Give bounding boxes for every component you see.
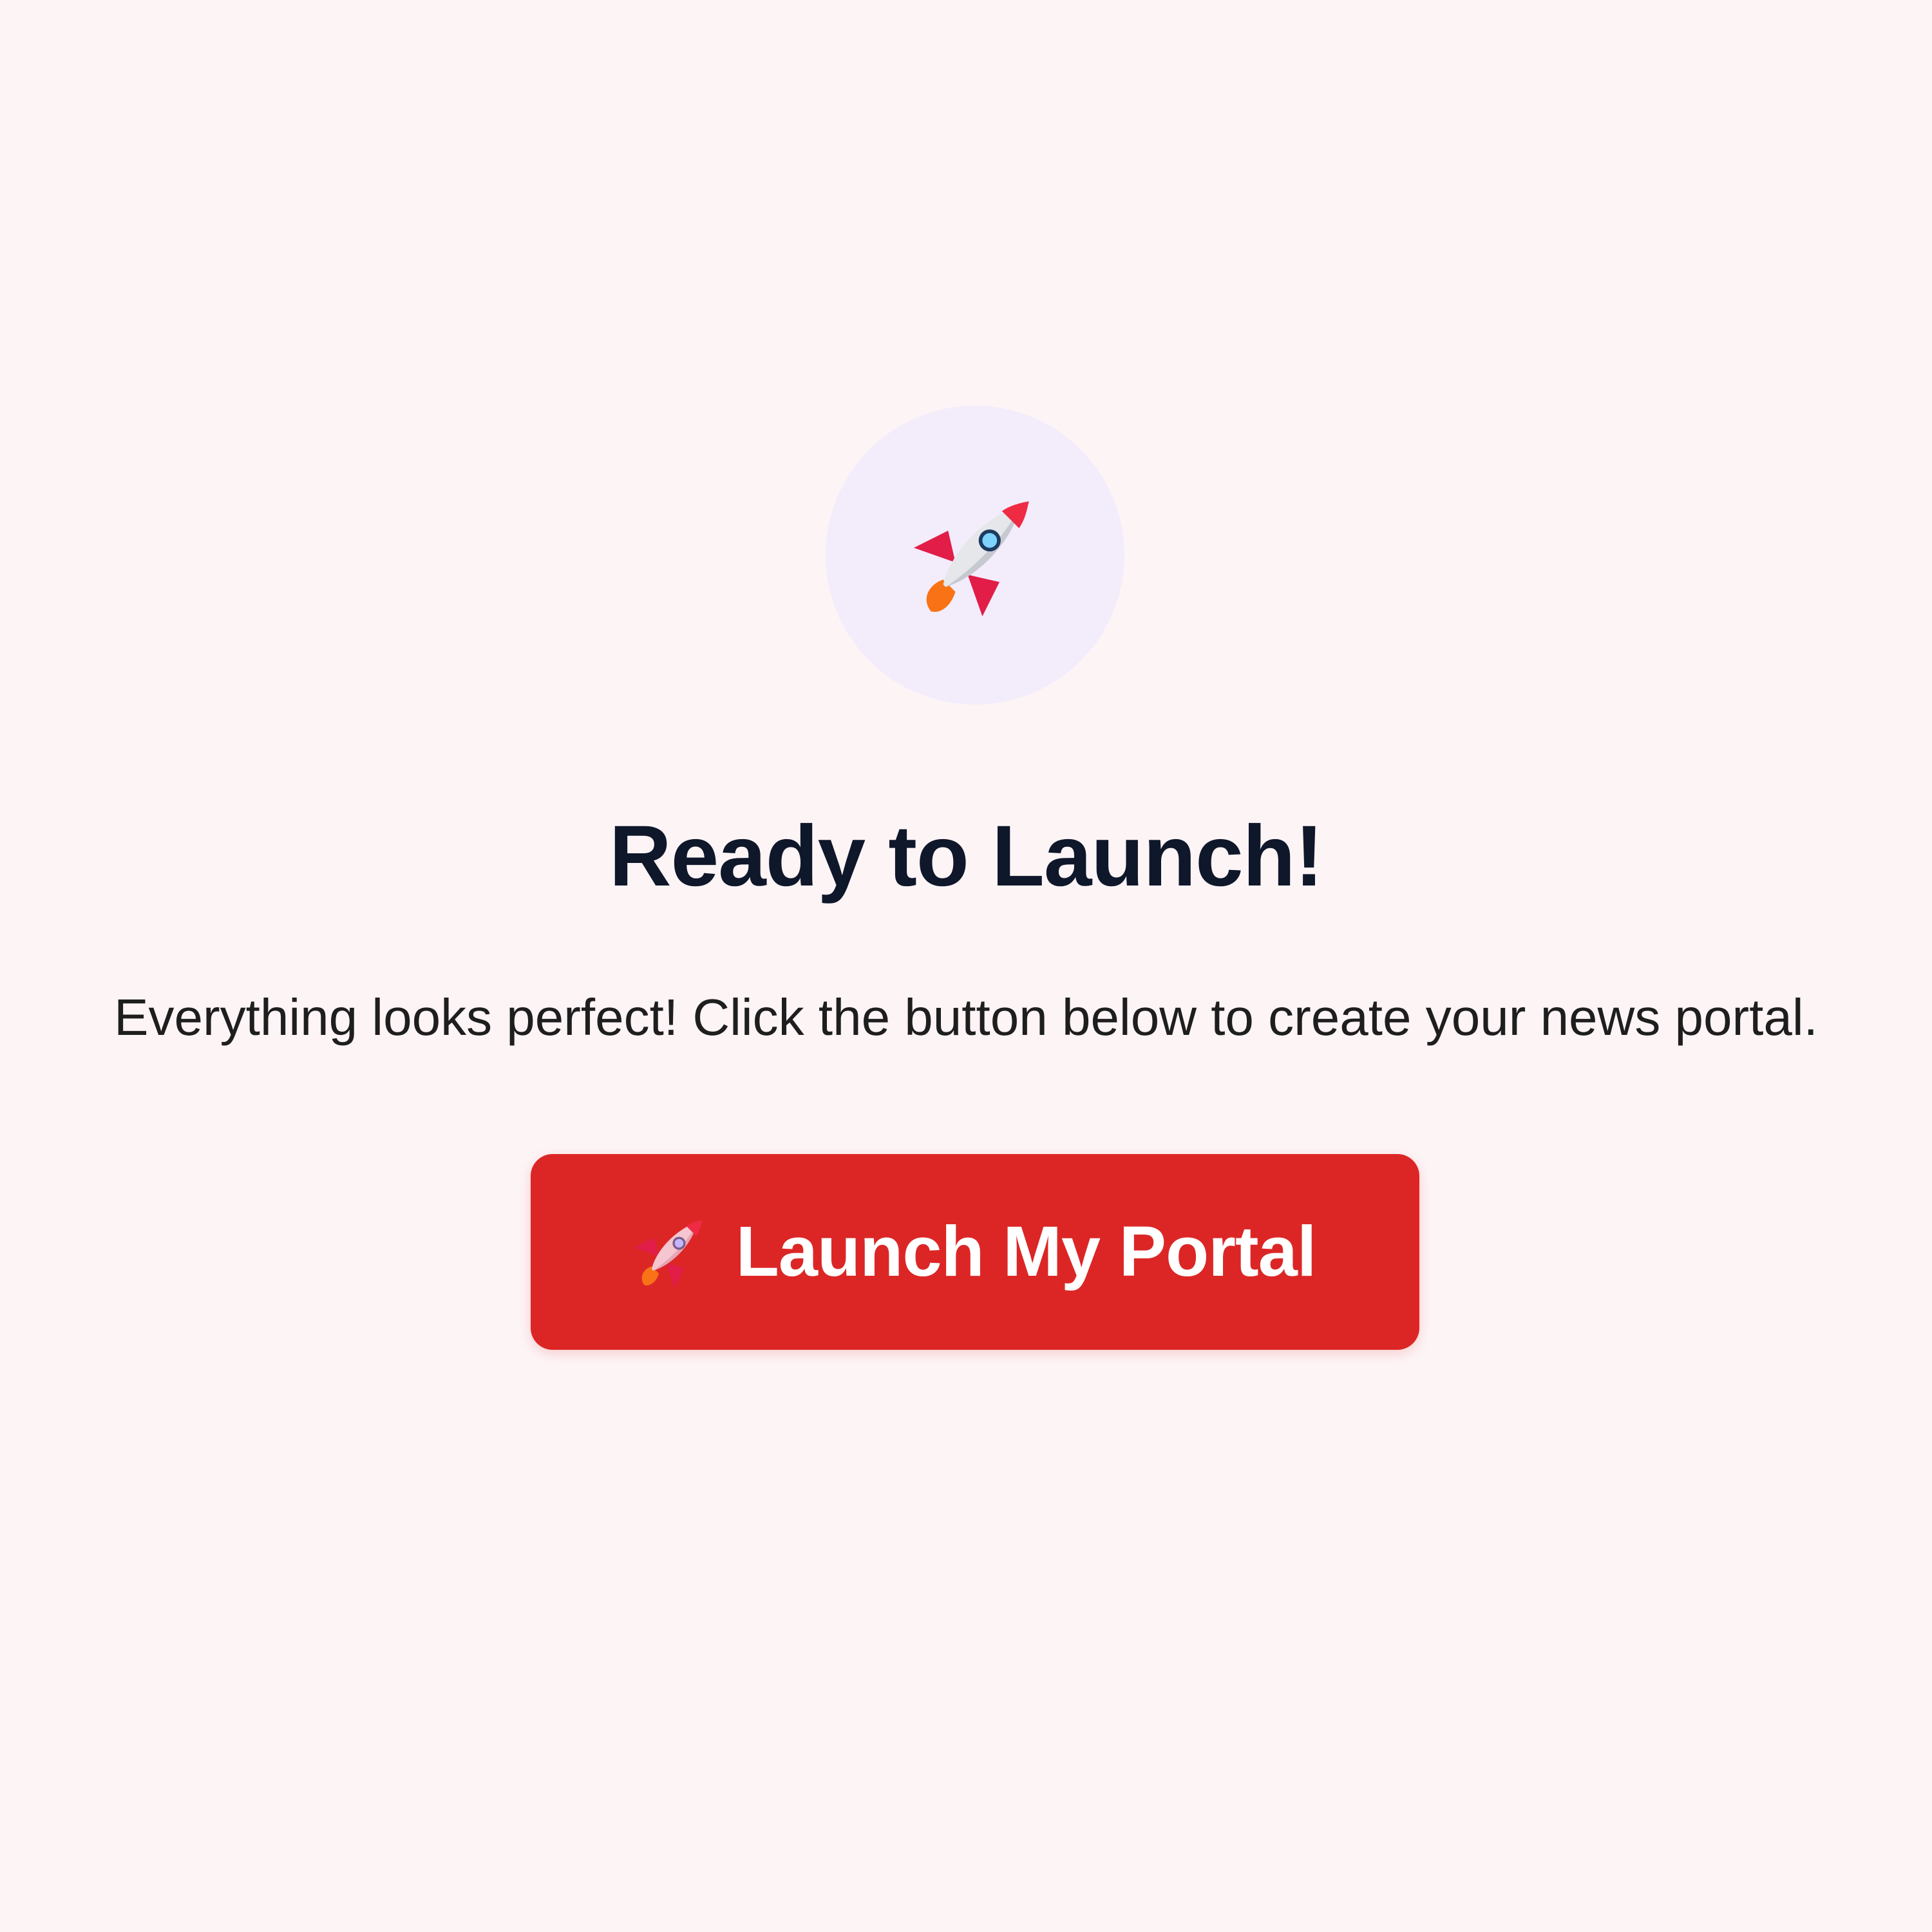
launch-button-label: Launch My Portal (735, 1212, 1317, 1291)
hero-icon-circle (826, 406, 1124, 705)
page-title: Ready to Launch! (609, 808, 1323, 904)
description-text: Everything looks perfect! Click the butt… (114, 989, 1818, 1046)
rocket-icon (634, 1220, 702, 1288)
rocket-icon (914, 501, 1029, 616)
launch-button[interactable]: Launch My Portal (531, 1154, 1419, 1350)
